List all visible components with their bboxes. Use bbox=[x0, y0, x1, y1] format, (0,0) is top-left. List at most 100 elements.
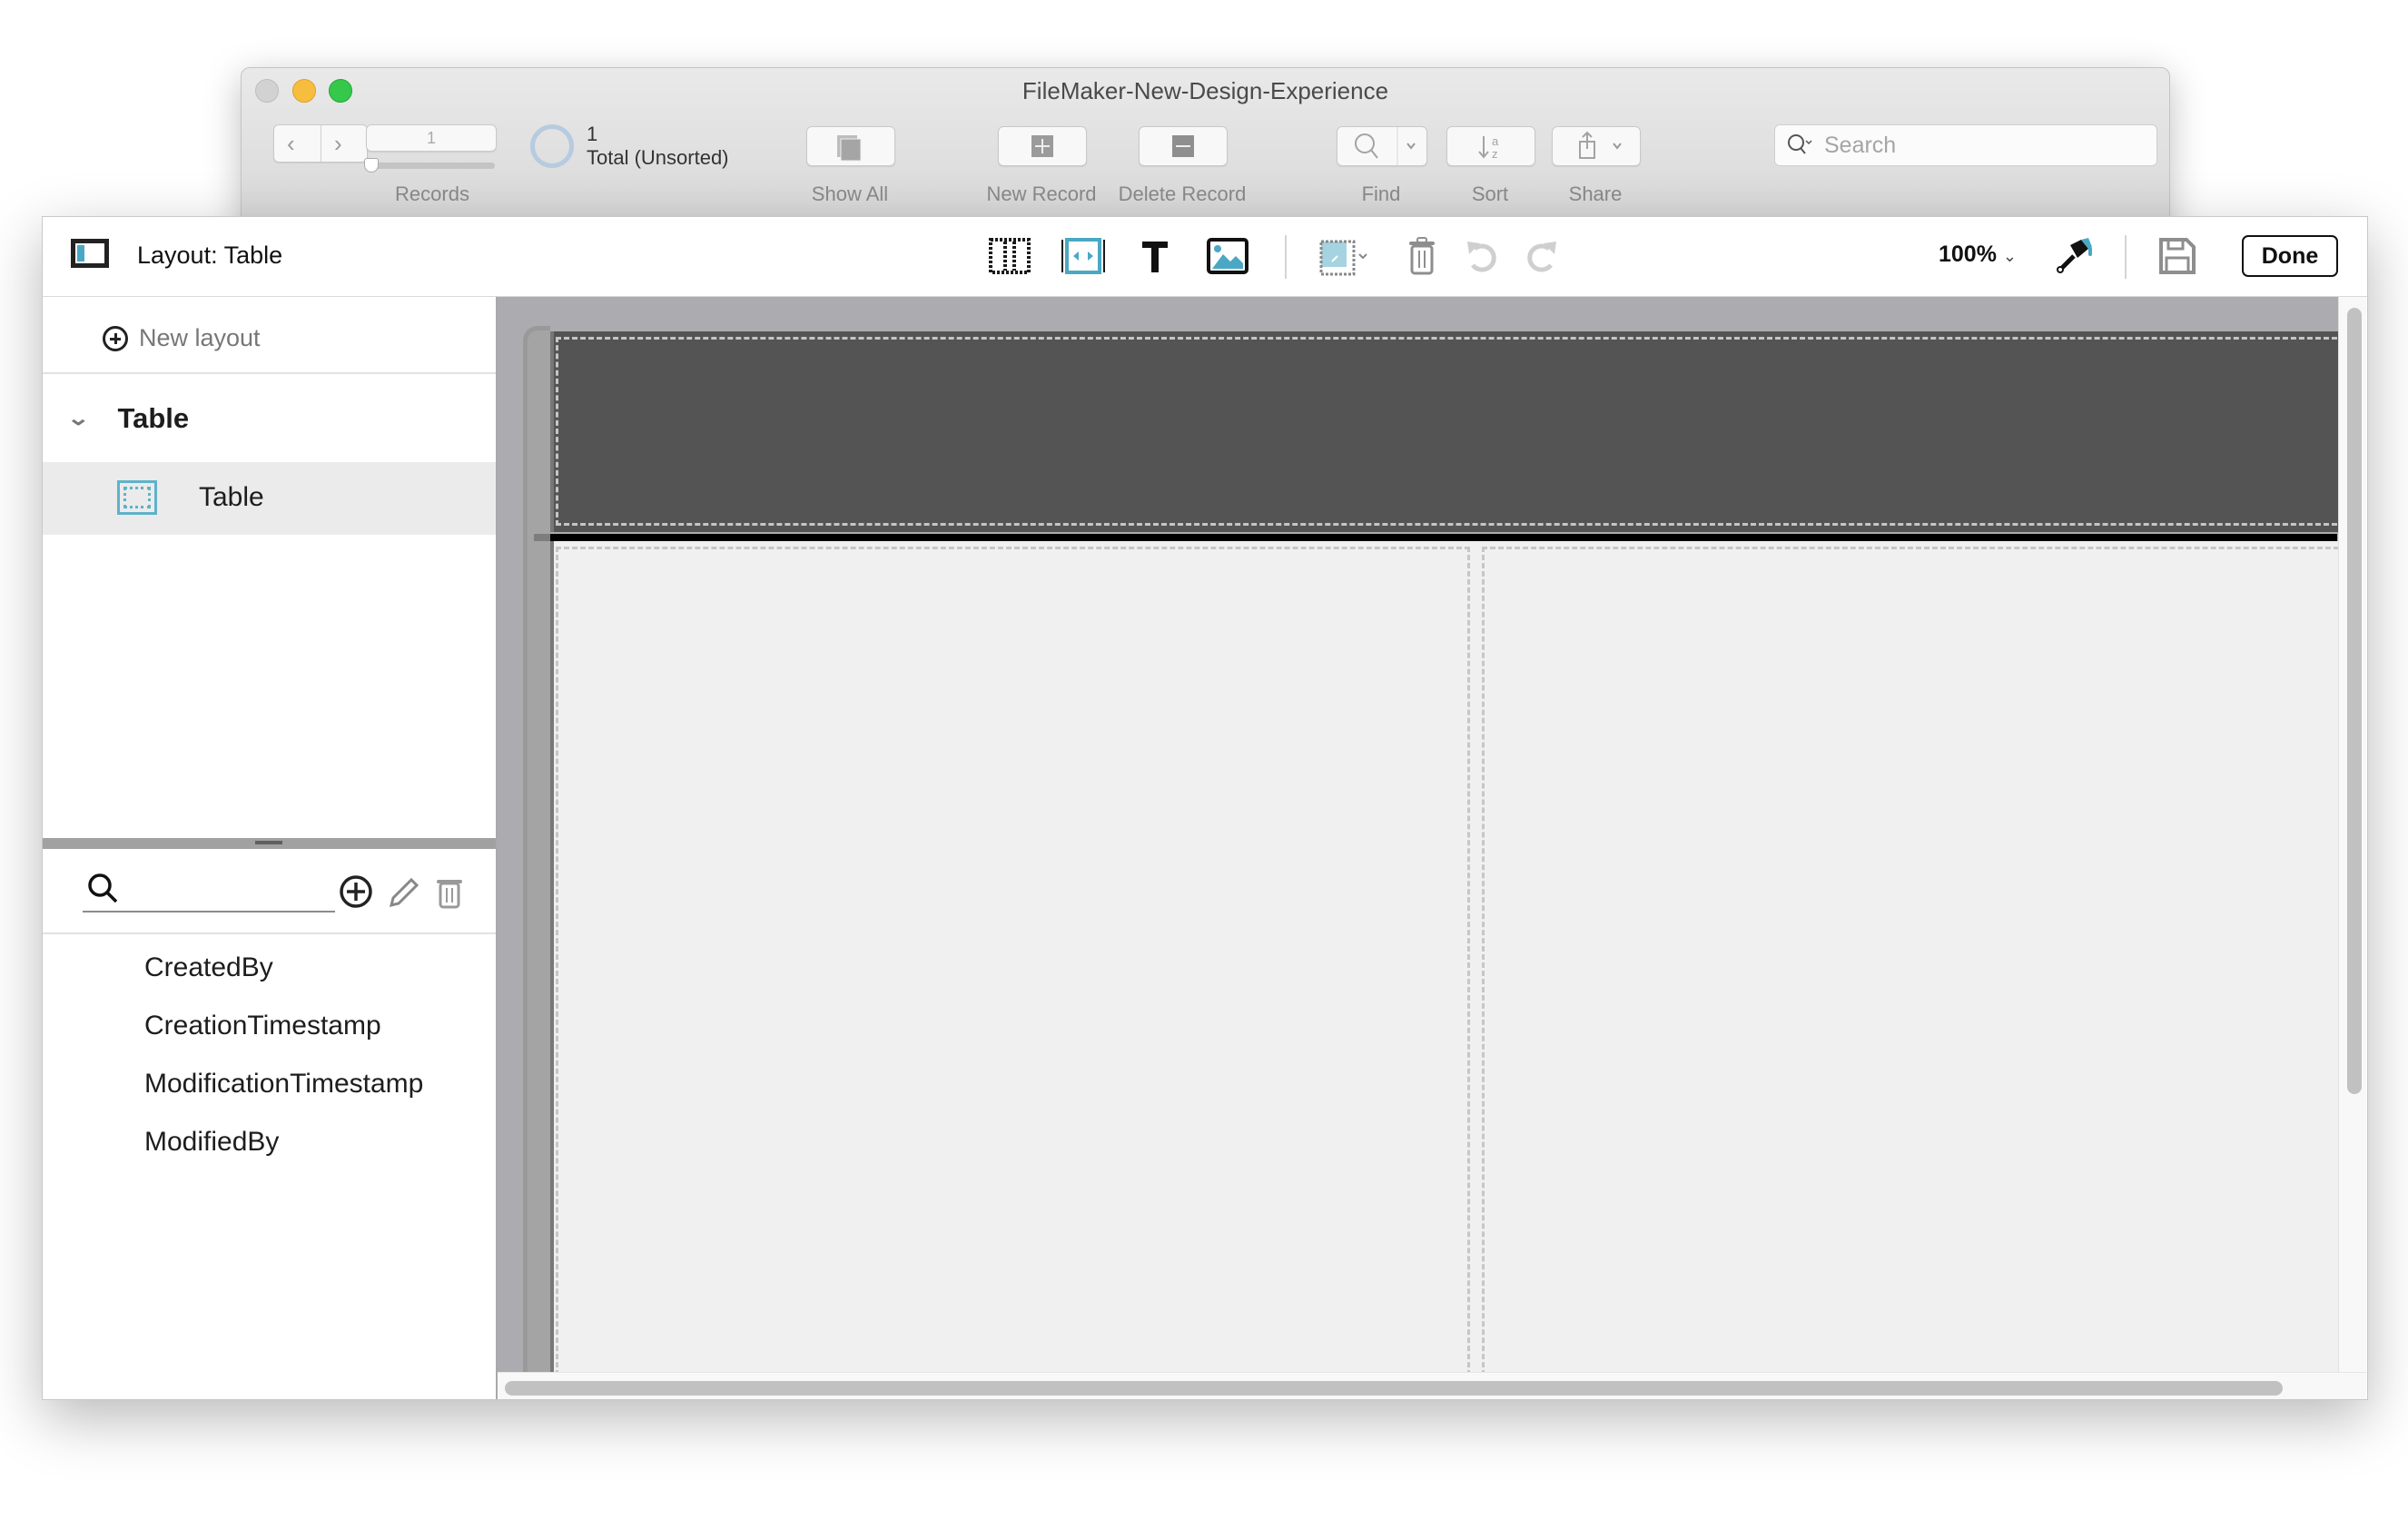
search-input[interactable] bbox=[1822, 131, 2144, 160]
button-tool-button[interactable] bbox=[1060, 233, 1105, 279]
vertical-scrollbar[interactable] bbox=[2338, 297, 2366, 1399]
undo-button[interactable] bbox=[1459, 233, 1505, 279]
save-icon bbox=[2159, 238, 2196, 274]
show-all-button[interactable] bbox=[806, 126, 895, 166]
fields-search-input[interactable] bbox=[126, 873, 330, 905]
delete-field-button[interactable] bbox=[433, 874, 469, 915]
horizontal-scrollbar[interactable] bbox=[498, 1372, 2366, 1399]
sort-az-icon: a z bbox=[1478, 134, 1499, 161]
fill-style-icon bbox=[1319, 240, 1367, 276]
find-button[interactable] bbox=[1337, 126, 1427, 166]
plus-box-icon bbox=[1031, 135, 1053, 157]
share-label: Share bbox=[1568, 182, 1623, 205]
layout-item-table[interactable]: Table bbox=[43, 462, 496, 535]
next-record-button[interactable]: › bbox=[334, 130, 342, 158]
sort-button[interactable]: a z bbox=[1446, 126, 1535, 166]
window-title: FileMaker-New-Design-Experience bbox=[1021, 77, 1389, 104]
share-button[interactable] bbox=[1552, 126, 1641, 166]
divider bbox=[43, 372, 496, 374]
sidebar-splitter[interactable] bbox=[43, 838, 496, 849]
button-tool-icon bbox=[1061, 238, 1105, 274]
horizontal-scroll-thumb[interactable] bbox=[505, 1381, 2283, 1396]
delete-record-label: Delete Record bbox=[1118, 182, 1247, 205]
svg-text:a: a bbox=[1492, 134, 1499, 148]
current-record-field[interactable]: 1 bbox=[366, 124, 497, 152]
text-tool-icon bbox=[1142, 242, 1168, 272]
redo-icon bbox=[1527, 242, 1556, 272]
record-navigation: ‹ › bbox=[273, 124, 368, 163]
text-tool-button[interactable] bbox=[1132, 233, 1178, 279]
layout-group-table[interactable]: ⌄ Table bbox=[66, 402, 190, 435]
sort-label: Sort bbox=[1471, 182, 1509, 205]
inspector-button[interactable] bbox=[2051, 233, 2097, 279]
done-button[interactable]: Done bbox=[2242, 235, 2338, 277]
field-item[interactable]: ModificationTimestamp bbox=[144, 1069, 423, 1100]
part-divider[interactable] bbox=[550, 534, 2337, 541]
vertical-scroll-thumb[interactable] bbox=[2347, 308, 2362, 1094]
add-circle-icon bbox=[340, 875, 372, 908]
field-tool-icon bbox=[989, 238, 1031, 274]
search-icon bbox=[85, 871, 122, 912]
find-label: Find bbox=[1361, 182, 1401, 205]
splitter-grip[interactable] bbox=[255, 841, 282, 844]
delete-object-button[interactable] bbox=[1399, 233, 1445, 279]
record-slider[interactable] bbox=[364, 158, 495, 173]
image-tool-button[interactable] bbox=[1205, 233, 1250, 279]
undo-icon bbox=[1467, 242, 1496, 272]
find-icon bbox=[1355, 127, 1416, 165]
sidebar-toggle-icon bbox=[77, 245, 84, 261]
trash-icon bbox=[437, 880, 462, 909]
new-layout-button[interactable]: New layout bbox=[103, 324, 261, 352]
records-label: Records bbox=[395, 182, 469, 205]
delete-record-button[interactable] bbox=[1139, 126, 1228, 166]
layout-group-label: Table bbox=[117, 402, 190, 434]
previous-record-button[interactable]: ‹ bbox=[287, 130, 295, 158]
show-all-label: Show All bbox=[811, 182, 889, 205]
share-icon bbox=[1579, 131, 1622, 159]
chevron-down-icon: ⌄ bbox=[2002, 247, 2017, 265]
fields-search[interactable] bbox=[83, 869, 335, 912]
search-icon bbox=[1786, 133, 1815, 163]
field-item[interactable]: CreationTimestamp bbox=[144, 1011, 381, 1041]
pencil-icon bbox=[389, 877, 419, 908]
chevron-down-icon: ⌄ bbox=[66, 407, 91, 429]
header-part-boundary bbox=[556, 337, 2354, 526]
minus-box-icon bbox=[1172, 135, 1194, 157]
new-layout-label: New layout bbox=[139, 324, 261, 351]
record-slider-knob[interactable] bbox=[364, 158, 379, 173]
table-layout-icon bbox=[117, 480, 157, 515]
layouts-sidebar: New layout ⌄ Table Table CreatedBy Creat… bbox=[43, 297, 498, 1399]
zoom-level: 100% bbox=[1939, 242, 1997, 267]
new-record-button[interactable] bbox=[998, 126, 1087, 166]
paint-brush-icon bbox=[2057, 238, 2092, 273]
redo-button[interactable] bbox=[1519, 233, 1564, 279]
zoom-level-dropdown[interactable]: 100% ⌄ bbox=[1939, 242, 2017, 268]
body-column-1 bbox=[556, 547, 1470, 1399]
save-layout-button[interactable] bbox=[2155, 233, 2200, 279]
svg-text:z: z bbox=[1492, 147, 1498, 161]
trash-icon bbox=[1409, 237, 1435, 275]
divider bbox=[43, 932, 496, 934]
field-item[interactable]: CreatedBy bbox=[144, 952, 273, 983]
layout-mode-window: Layout: Table 100% ⌄ Done New layout ⌄ T… bbox=[42, 216, 2368, 1400]
image-tool-icon bbox=[1207, 238, 1248, 274]
new-record-label: New Record bbox=[986, 182, 1097, 205]
layout-item-label: Table bbox=[199, 482, 264, 512]
field-item[interactable]: ModifiedBy bbox=[144, 1127, 279, 1158]
quick-find-search[interactable] bbox=[1774, 124, 2157, 166]
sidebar-toggle-button[interactable] bbox=[71, 239, 109, 268]
add-field-button[interactable] bbox=[339, 874, 375, 915]
edit-field-button[interactable] bbox=[386, 874, 422, 915]
toolbar-divider bbox=[2125, 235, 2127, 279]
layout-canvas[interactable] bbox=[498, 297, 2366, 1399]
part-gutter bbox=[523, 326, 550, 1379]
found-count: 1 bbox=[587, 123, 598, 145]
field-tool-button[interactable] bbox=[987, 233, 1032, 279]
show-all-icon bbox=[837, 135, 862, 162]
body-column-2 bbox=[1482, 547, 2366, 1399]
fill-style-button[interactable] bbox=[1316, 233, 1379, 279]
add-circle-icon bbox=[103, 325, 128, 351]
layout-title: Layout: Table bbox=[137, 242, 283, 269]
sort-status: Total (Unsorted) bbox=[587, 146, 729, 169]
part-divider-handle[interactable] bbox=[534, 534, 550, 541]
